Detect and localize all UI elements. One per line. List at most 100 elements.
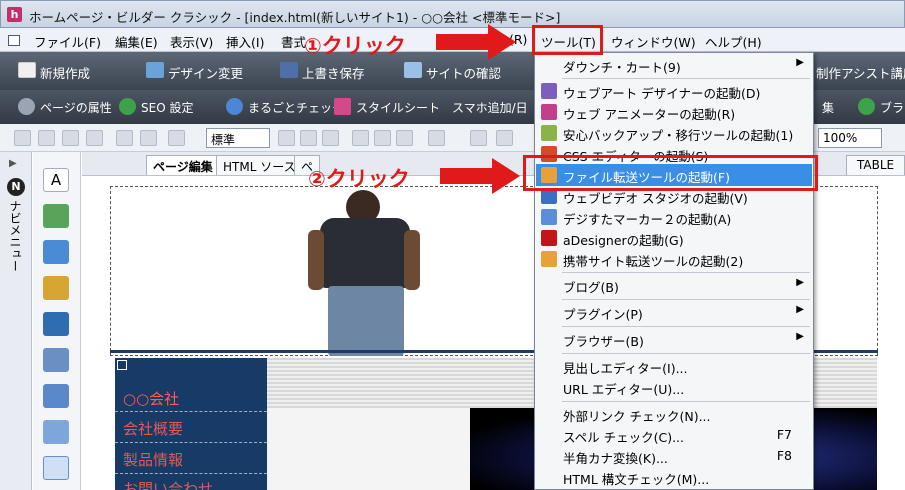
system-menu-icon[interactable] bbox=[8, 35, 20, 46]
menu-window[interactable]: ウィンドウ(W) bbox=[611, 32, 696, 51]
link-edit-icon[interactable] bbox=[168, 130, 185, 146]
chart-tool-icon[interactable] bbox=[43, 384, 69, 408]
valign-top-icon[interactable] bbox=[352, 130, 369, 146]
table-button[interactable]: TABLE bbox=[846, 155, 905, 175]
menu-item-plugin[interactable]: プラグイン(P) ▶ bbox=[536, 301, 812, 323]
menu-item-blog[interactable]: ブログ(B) ▶ bbox=[536, 274, 812, 296]
stylesheet-button[interactable]: スタイルシート bbox=[334, 98, 441, 116]
align-left-icon[interactable] bbox=[278, 130, 295, 146]
menu-item-spell-check[interactable]: スペル チェック(C)... F7 bbox=[536, 424, 812, 446]
check-all-icon bbox=[226, 98, 243, 115]
menu-item-label: URL エディター(U)... bbox=[563, 382, 685, 397]
menu-view[interactable]: 表示(V) bbox=[170, 32, 213, 51]
menu-help[interactable]: ヘルプ(H) bbox=[705, 32, 762, 51]
stylesheet-icon bbox=[334, 98, 351, 115]
tab-page-edit[interactable]: ページ編集 bbox=[146, 155, 220, 175]
menu-divider bbox=[562, 353, 810, 354]
nav-divider bbox=[115, 411, 267, 412]
menu-item-animator[interactable]: ウェブ アニメーターの起動(R) bbox=[536, 101, 812, 123]
align-right-icon[interactable] bbox=[322, 130, 339, 146]
app-icon[interactable]: h bbox=[7, 7, 22, 22]
stylesheet-label: スタイルシート bbox=[356, 101, 441, 115]
people-tool-icon[interactable] bbox=[43, 204, 69, 228]
collapse-arrow-icon[interactable]: ▶ bbox=[9, 158, 17, 169]
menu-item-webart[interactable]: ウェブアート デザイナーの起動(D) bbox=[536, 80, 812, 102]
valign-bottom-icon[interactable] bbox=[396, 130, 413, 146]
check-all-label: まるごとチェック bbox=[248, 101, 345, 115]
menu-edit[interactable]: 編集(E) bbox=[115, 32, 158, 51]
undo-icon[interactable] bbox=[116, 130, 133, 146]
menu-item-label: aDesignerの起動(G) bbox=[563, 233, 684, 248]
paste-icon[interactable] bbox=[62, 130, 79, 146]
browser-button[interactable]: ブラウ bbox=[858, 98, 905, 116]
menu-item-html-check[interactable]: HTML 構文チェック(M)... bbox=[536, 466, 812, 488]
menu-item-label: デジすたマーカー２の起動(A) bbox=[563, 212, 732, 227]
page-attr-button[interactable]: ページの属性 bbox=[18, 98, 112, 116]
collect-button[interactable]: 集 bbox=[818, 99, 834, 116]
menu-file[interactable]: ファイル(F) bbox=[34, 32, 101, 51]
menu-insert[interactable]: 挿入(I) bbox=[226, 32, 264, 51]
text-art-tool-icon[interactable] bbox=[43, 240, 69, 264]
menu-item-mobile-transfer[interactable]: 携帯サイト転送ツールの起動(2) bbox=[536, 248, 812, 270]
copy-icon[interactable] bbox=[38, 130, 55, 146]
menu-item-kana-convert[interactable]: 半角カナ変換(K)... F8 bbox=[536, 445, 812, 467]
page-attr-icon bbox=[18, 98, 35, 115]
text-tool-icon[interactable]: A bbox=[43, 168, 69, 192]
indent-icon[interactable] bbox=[470, 130, 487, 146]
list-icon[interactable] bbox=[428, 130, 445, 146]
menu-item-label: ウェブ アニメーターの起動(R) bbox=[563, 107, 736, 122]
menu-item-label: ブログ(B) bbox=[563, 280, 619, 295]
menu-item-browser[interactable]: ブラウザー(B) ▶ bbox=[536, 328, 812, 350]
navi-menu-strip: ▶ N ナビメニュー bbox=[0, 152, 32, 490]
outdent-icon[interactable] bbox=[496, 130, 513, 146]
menu-item-link-check[interactable]: 外部リンク チェック(N)... bbox=[536, 403, 812, 425]
cut-icon[interactable] bbox=[14, 130, 31, 146]
image-tool-icon[interactable] bbox=[43, 348, 69, 372]
redo-icon[interactable] bbox=[140, 130, 157, 146]
page-nav-item[interactable]: 製品情報 bbox=[123, 449, 183, 470]
menu-item-daunchi[interactable]: ダウンチ・カート(9) ▶ bbox=[536, 54, 812, 76]
seo-button[interactable]: SEO 設定 bbox=[119, 98, 193, 116]
step1-highlight-box bbox=[532, 25, 603, 55]
site-check-button[interactable]: サイトの確認 bbox=[404, 62, 502, 82]
page-nav-item[interactable]: 会社概要 bbox=[123, 418, 183, 439]
navi-badge-icon[interactable]: N bbox=[7, 178, 25, 196]
movie-tool-icon[interactable] bbox=[43, 312, 69, 336]
seo-icon bbox=[119, 98, 136, 115]
design-change-button[interactable]: デザイン変更 bbox=[146, 62, 243, 82]
layout-tool-icon[interactable] bbox=[43, 420, 69, 444]
save-button[interactable]: 上書き保存 bbox=[280, 62, 365, 82]
zoom-select[interactable]: 100% bbox=[818, 128, 882, 148]
menu-bar: ファイル(F) 編集(E) 表示(V) 挿入(I) 書式 (R) ツール(T) … bbox=[0, 28, 905, 52]
smartphone-label: スマホ追加/日 bbox=[452, 101, 528, 115]
content-middle bbox=[267, 408, 470, 490]
menu-format[interactable]: 書式 bbox=[281, 32, 306, 51]
page-nav-item[interactable]: ○○会社 bbox=[123, 388, 179, 409]
align-center-icon[interactable] bbox=[300, 130, 317, 146]
menu-item-label: 安心バックアップ・移行ツールの起動(1) bbox=[563, 128, 794, 143]
site-check-label: サイトの確認 bbox=[426, 66, 502, 81]
smartphone-button[interactable]: スマホ追加/日 bbox=[448, 99, 528, 116]
menu-item-label: プラグイン(P) bbox=[563, 307, 643, 322]
valign-middle-icon[interactable] bbox=[374, 130, 391, 146]
menu-item-label: 携帯サイト転送ツールの起動(2) bbox=[563, 254, 744, 269]
link-tool-icon[interactable] bbox=[43, 276, 69, 300]
menu-item-label: ウェブアート デザイナーの起動(D) bbox=[563, 86, 761, 101]
menu-item-backup[interactable]: 安心バックアップ・移行ツールの起動(1) bbox=[536, 122, 812, 144]
menu-item-label: 半角カナ変換(K)... bbox=[563, 451, 668, 466]
page-attr-label: ページの属性 bbox=[40, 101, 112, 115]
paragraph-style-select[interactable]: 標準 bbox=[206, 128, 270, 148]
menu-hidden-r[interactable]: (R) bbox=[509, 32, 527, 47]
navi-menu-label[interactable]: ナビメニュー bbox=[8, 200, 24, 272]
tab-html-source[interactable]: HTML ソース bbox=[216, 155, 303, 175]
page-nav-item[interactable]: お問い合わせ bbox=[123, 478, 213, 490]
menu-item-url-editor[interactable]: URL エディター(U)... bbox=[536, 376, 812, 398]
new-button[interactable]: 新規作成 bbox=[18, 62, 90, 82]
submenu-arrow-icon: ▶ bbox=[796, 57, 804, 68]
menu-item-heading-editor[interactable]: 見出しエディター(I)... bbox=[536, 355, 812, 377]
menu-item-digisuta[interactable]: デジすたマーカー２の起動(A) bbox=[536, 206, 812, 228]
menu-item-adesigner[interactable]: aDesignerの起動(G) bbox=[536, 227, 812, 249]
table-tool-icon[interactable] bbox=[43, 456, 69, 480]
check-all-button[interactable]: まるごとチェック bbox=[226, 98, 345, 116]
eraser-icon[interactable] bbox=[86, 130, 103, 146]
